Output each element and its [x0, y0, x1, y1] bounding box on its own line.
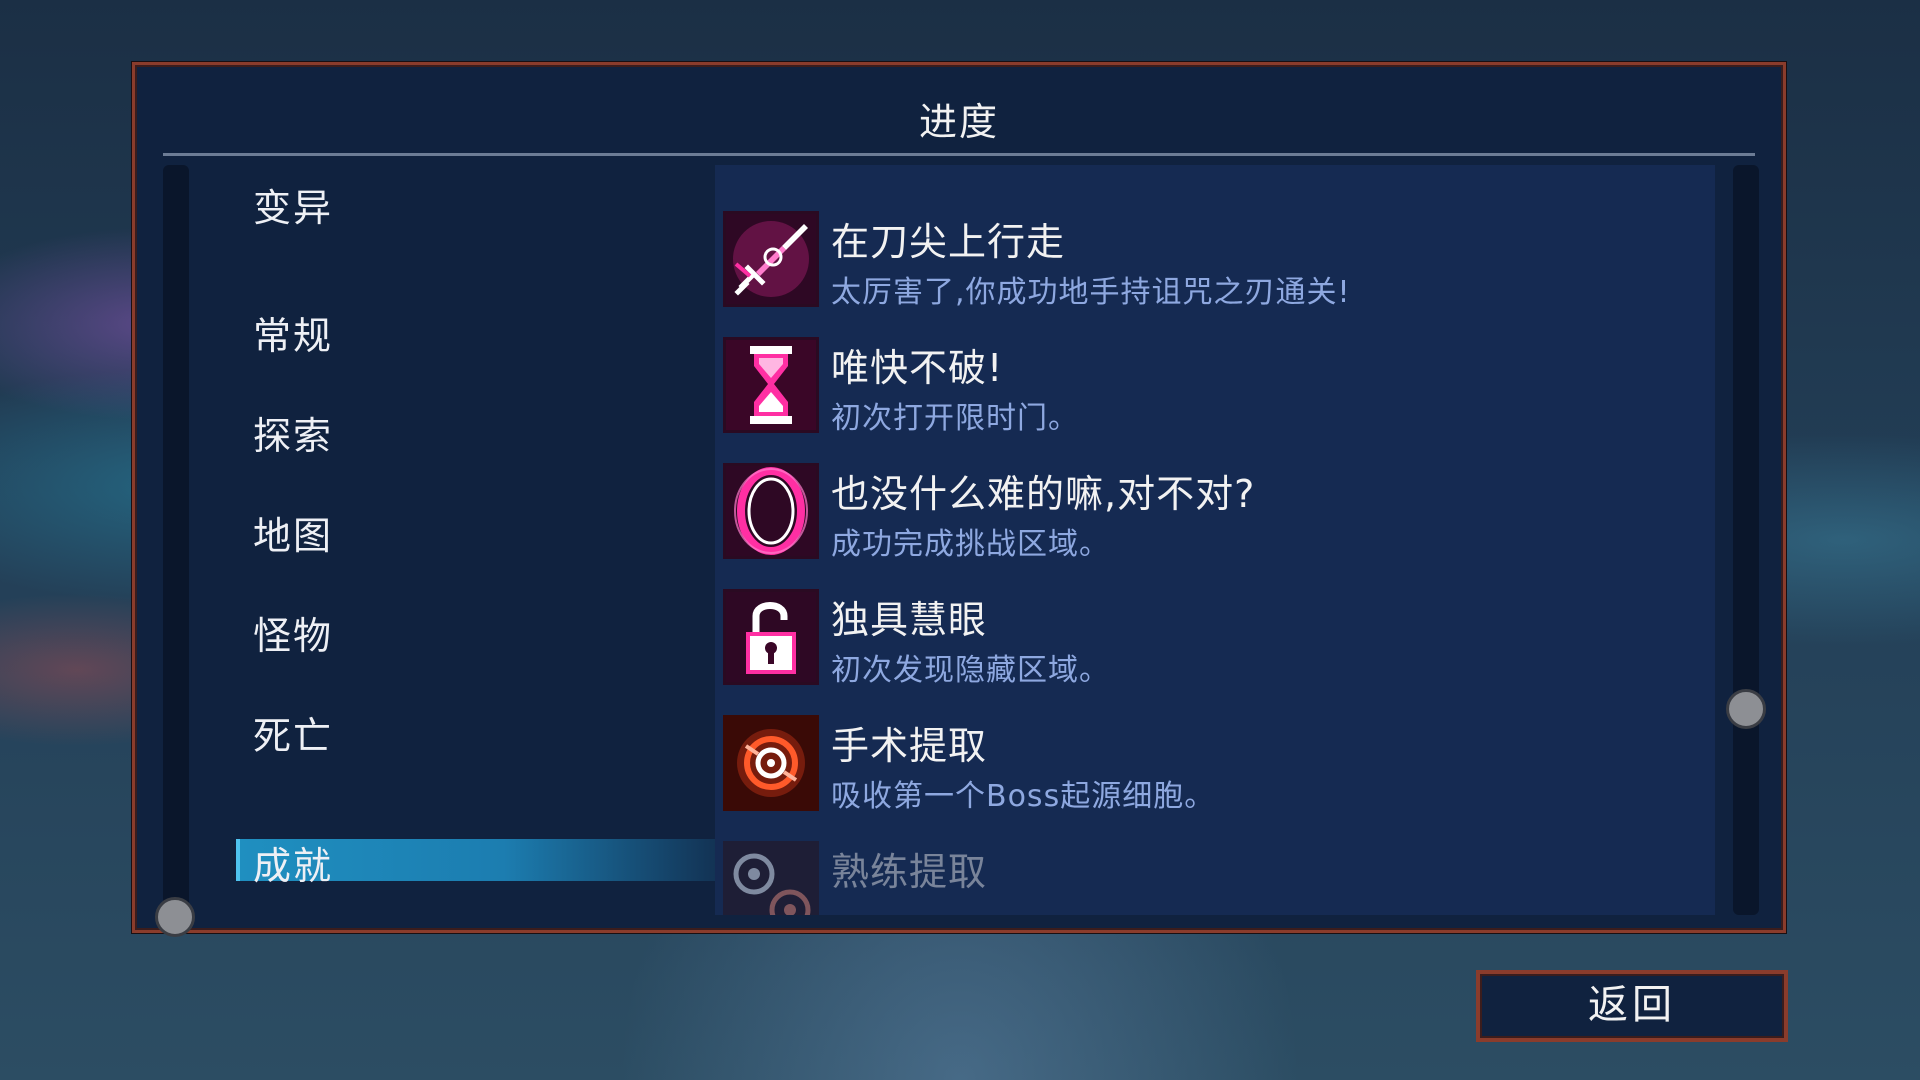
category-achievements[interactable]: 成就	[253, 835, 333, 890]
category-mutations[interactable]: 变异	[253, 177, 333, 232]
progress-panel: 进度 变异 常规 探索 地图 怪物 死亡 成就 在刀尖上行走 太厉害了,你成功地…	[132, 62, 1786, 937]
achievement-list: 在刀尖上行走 太厉害了,你成功地手持诅咒之刃通关! 唯快不破! 初次打开限时门。	[715, 165, 1715, 915]
double-cell-icon	[723, 841, 819, 915]
achievement-scrollbar[interactable]	[1733, 165, 1759, 915]
portal-ring-icon	[723, 463, 819, 559]
achievement-title: 在刀尖上行走	[831, 220, 1066, 264]
achievement-item[interactable]: 也没什么难的嘛,对不对? 成功完成挑战区域。	[723, 463, 1683, 563]
sword-icon	[723, 211, 819, 307]
achievement-item[interactable]: 熟练提取	[723, 841, 1683, 915]
achievement-title: 独具慧眼	[831, 598, 988, 642]
cell-extract-icon	[723, 715, 819, 811]
category-monsters[interactable]: 怪物	[253, 605, 333, 660]
achievement-title: 唯快不破!	[831, 346, 1004, 390]
achievement-desc: 吸收第一个Boss起源细胞。	[831, 779, 1216, 814]
achievement-title: 也没什么难的嘛,对不对?	[831, 472, 1256, 516]
unlocked-padlock-icon	[723, 589, 819, 685]
category-scrollbar[interactable]	[163, 165, 189, 915]
category-scroll-knob[interactable]	[155, 897, 195, 937]
achievement-scroll-knob[interactable]	[1726, 689, 1766, 729]
achievement-item[interactable]: 独具慧眼 初次发现隐藏区域。	[723, 589, 1683, 689]
category-exploration[interactable]: 探索	[253, 405, 333, 460]
achievement-desc: 成功完成挑战区域。	[831, 527, 1110, 562]
achievement-desc: 太厉害了,你成功地手持诅咒之刃通关!	[831, 275, 1351, 310]
category-map[interactable]: 地图	[253, 505, 333, 560]
back-button[interactable]: 返回	[1476, 970, 1788, 1042]
category-deaths[interactable]: 死亡	[253, 705, 333, 760]
achievement-desc: 初次打开限时门。	[831, 401, 1079, 436]
category-general[interactable]: 常规	[253, 305, 333, 360]
hourglass-icon	[723, 337, 819, 433]
achievement-item[interactable]: 唯快不破! 初次打开限时门。	[723, 337, 1683, 437]
title-divider	[163, 153, 1755, 156]
achievement-item[interactable]: 手术提取 吸收第一个Boss起源细胞。	[723, 715, 1683, 815]
panel-title: 进度	[918, 100, 999, 144]
achievement-title: 熟练提取	[831, 850, 988, 894]
achievement-title: 手术提取	[831, 724, 988, 768]
achievement-desc: 初次发现隐藏区域。	[831, 653, 1110, 688]
achievement-item[interactable]: 在刀尖上行走 太厉害了,你成功地手持诅咒之刃通关!	[723, 211, 1683, 311]
